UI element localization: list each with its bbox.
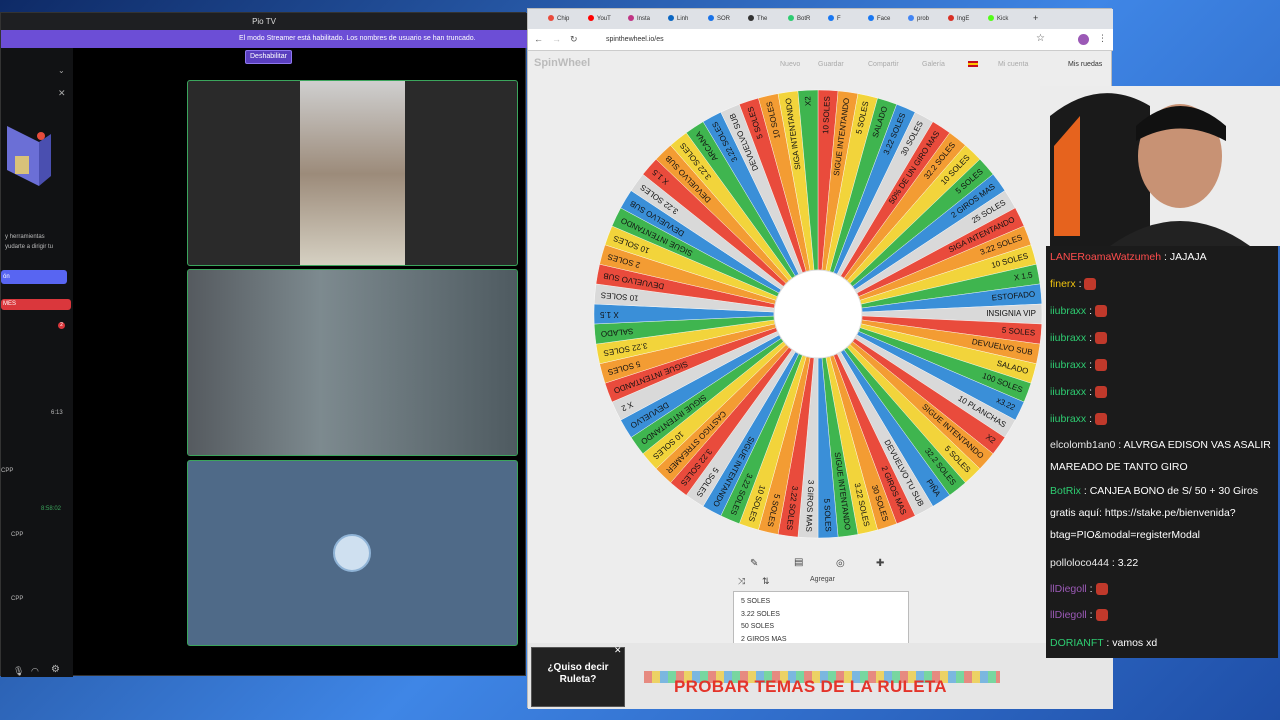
chat-message: iiubraxx : (1050, 381, 1278, 403)
gear-icon[interactable]: ⚙ (51, 664, 60, 675)
chat-text: : (1075, 278, 1085, 290)
eye-off-icon[interactable]: ◎ (836, 558, 845, 569)
chat-text: : (1086, 413, 1095, 425)
notification-count: 2 (58, 322, 65, 329)
browser-window: Chip YouT Insta Linh SOR The BotR F Face prob IngE… (527, 8, 1113, 709)
chat-message: llDiegoll : (1050, 604, 1278, 626)
discord-window: Pio TV El modo Streamer está habilitado.… (0, 12, 527, 677)
emote-icon (1094, 332, 1107, 345)
chat-username[interactable]: BotRix (1050, 485, 1081, 497)
close-icon[interactable]: ✕ (614, 645, 622, 656)
webcam-overlay (1040, 86, 1280, 246)
chat-text: : 3.22 (1108, 557, 1139, 569)
chat-overlay: LANERoamaWatzumeh : JAJAJA finerx : iiub… (1046, 246, 1278, 658)
chat-message: polloloco444 : 3.22 (1050, 552, 1278, 574)
close-icon[interactable]: ✕ (58, 88, 66, 99)
entry-line: 5 SOLES (741, 598, 771, 605)
chat-username[interactable]: LANERoamaWatzumeh (1050, 251, 1161, 263)
entry-line: 3.22 SOLES (741, 610, 780, 618)
side-badge-red[interactable]: MES (1, 299, 71, 310)
video-feed-1 (300, 81, 405, 265)
streamer-mode-text: El modo Streamer está habilitado. Los no… (239, 35, 476, 42)
chat-text: : (1086, 386, 1095, 398)
emote-icon (1095, 609, 1108, 622)
video-feed-2 (188, 270, 517, 455)
chat-message: LANERoamaWatzumeh : JAJAJA (1050, 246, 1278, 268)
shuffle-icon[interactable]: ⤨ (738, 576, 745, 587)
side-text-2: yudarte a dirigir tu (5, 244, 54, 250)
side-tag-1: CPP (1, 468, 14, 474)
add-button[interactable]: Agregar (810, 576, 835, 583)
emote-icon (1094, 359, 1107, 372)
chat-username[interactable]: elcolomb1an0 (1050, 439, 1115, 451)
side-tag-3: CPP (11, 596, 24, 602)
side-time-2: 8:58:02 (41, 506, 62, 512)
sort-icon[interactable]: ⇅ (762, 576, 770, 587)
chat-message: finerx : (1050, 273, 1278, 295)
pencil-icon[interactable]: ✎ (750, 558, 758, 569)
desktop-background: Pio TV El modo Streamer está habilitado.… (0, 0, 1280, 720)
chat-message: elcolomb1an0 : ALVRGA EDISON VAS ASALIR … (1050, 434, 1278, 478)
video-tile-1[interactable] (187, 80, 518, 266)
chat-message: iiubraxx : (1050, 408, 1278, 430)
video-tile-2[interactable] (187, 269, 518, 456)
palette-icon[interactable]: ✚ (876, 558, 884, 569)
server-banner-image (1, 106, 55, 216)
discord-sidebar: ✕ ⌄ y herramientas yudarte a dirigir tu … (1, 48, 73, 677)
avatar (333, 534, 371, 572)
promo-popup[interactable]: ¿Quiso decir Ruleta? (531, 647, 625, 707)
video-tile-3[interactable] (187, 460, 518, 646)
chat-text: : (1086, 609, 1096, 621)
chat-username[interactable]: iiubraxx (1050, 332, 1086, 344)
wheel-segment-label: X2 (803, 95, 812, 106)
wheel-segment-label: 5 SOLES (822, 498, 833, 532)
emote-icon (1094, 305, 1107, 318)
chat-message: iiubraxx : (1050, 300, 1278, 322)
side-time-1: 6:13 (51, 410, 63, 416)
side-badge-purple[interactable]: ón (1, 270, 67, 284)
chat-message: iiubraxx : (1050, 354, 1278, 376)
promo-banner[interactable]: ¿Quiso decir Ruleta? ✕ PROBAR TEMAS DE L… (528, 643, 1113, 709)
chat-text: : vamos xd (1103, 637, 1158, 649)
chat-message: DORIANFT : vamos xd (1050, 632, 1278, 654)
emote-icon (1084, 278, 1097, 291)
chat-text: : (1086, 583, 1096, 595)
chat-text: : (1086, 359, 1095, 371)
chat-message: iiubraxx : (1050, 327, 1278, 349)
chat-username[interactable]: iiubraxx (1050, 359, 1086, 371)
streamer-mode-banner: El modo Streamer está habilitado. Los no… (1, 30, 527, 64)
chat-username[interactable]: polloloco444 (1050, 557, 1109, 569)
clipboard-icon[interactable]: ▤ (794, 557, 803, 568)
microphone-icon[interactable]: 🎙 (13, 666, 24, 677)
chat-username[interactable]: iiubraxx (1050, 386, 1086, 398)
chat-username[interactable]: finerx (1050, 278, 1076, 290)
chat-text: : (1086, 332, 1095, 344)
chat-message: BotRix : CANJEA BONO de S/ 50 + 30 Giros… (1050, 480, 1278, 546)
chat-username[interactable]: llDiegoll (1050, 583, 1087, 595)
wheel-segment-label: X 1.5 (599, 310, 618, 319)
emote-icon (1095, 583, 1108, 596)
emote-icon (1094, 413, 1107, 426)
chevron-down-icon[interactable]: ⌄ (58, 66, 65, 75)
chat-username[interactable]: iiubraxx (1050, 413, 1086, 425)
wheel-segment-label: 10 SOLES (821, 96, 832, 134)
chat-text: : CANJEA BONO de S/ 50 + 30 Giros gratis… (1050, 485, 1259, 541)
chat-username[interactable]: DORIANFT (1050, 637, 1103, 649)
entry-line: 50 SOLES (741, 623, 775, 630)
window-title: Pio TV (1, 13, 527, 30)
promo-banner-text: PROBAR TEMAS DE LA RULETA (674, 677, 947, 696)
chat-text: : (1086, 305, 1095, 317)
side-text-1: y herramientas (5, 234, 45, 240)
chat-username[interactable]: llDiegoll (1050, 609, 1087, 621)
wheel-segment-label: INSIGNIA VIP (986, 309, 1036, 318)
chat-username[interactable]: iiubraxx (1050, 305, 1086, 317)
chat-message: llDiegoll : (1050, 578, 1278, 600)
disable-streamer-button[interactable]: Deshabilitar (245, 50, 292, 64)
chat-text: : JAJAJA (1161, 251, 1207, 263)
emote-icon (1094, 386, 1107, 399)
side-tag-2: CPP (11, 532, 24, 538)
wheel-center[interactable] (773, 269, 863, 359)
headphones-icon[interactable]: ◠ (31, 666, 39, 677)
